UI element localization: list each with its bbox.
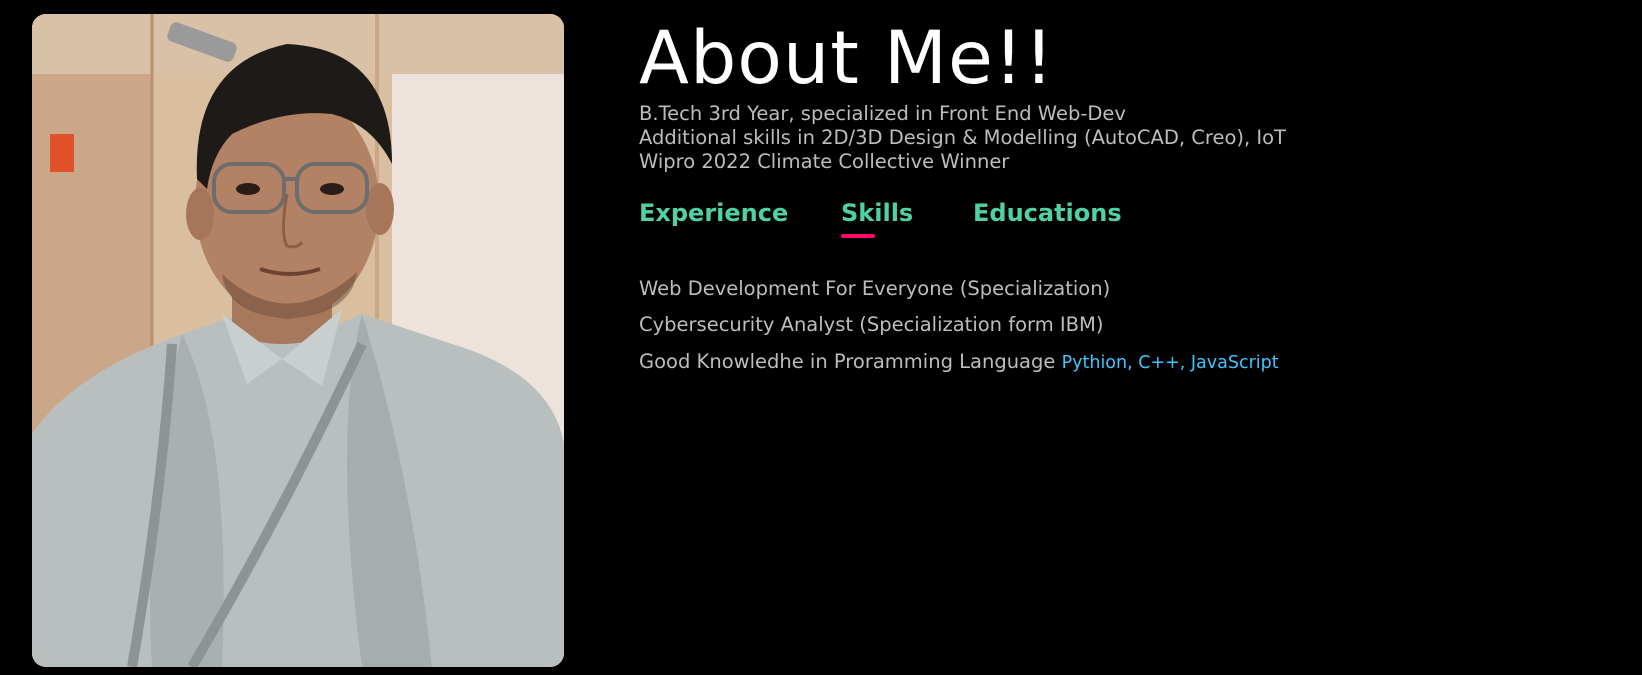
active-tab-underline [841, 234, 875, 238]
intro-text: B.Tech 3rd Year, specialized in Front En… [639, 102, 1286, 174]
skill-languages-highlight: Pythion, C++, JavaScript [1061, 353, 1279, 373]
intro-line-award: Wipro 2022 Climate Collective Winner [639, 150, 1010, 173]
profile-photo [32, 14, 564, 667]
tab-experience[interactable]: Experience [639, 196, 788, 230]
tab-skills[interactable]: Skills [841, 196, 914, 238]
intro-line-education: B.Tech 3rd Year, specialized in Front En… [639, 102, 1126, 125]
intro-line-additional-skills: Additional skills in 2D/3D Design & Mode… [639, 126, 1286, 149]
list-item: Cybersecurity Analyst (Specialization fo… [639, 312, 1103, 338]
profile-photo-illustration [32, 14, 564, 667]
skill-text: Cybersecurity Analyst (Specialization fo… [639, 313, 1104, 336]
tab-educations[interactable]: Educations [973, 196, 1122, 230]
page-title: About Me!! [639, 16, 1055, 101]
list-item: Good Knowledhe in Proramming Language Py… [639, 349, 1279, 375]
skill-text: Good Knowledhe in Proramming Language [639, 350, 1062, 373]
tab-skills-label: Skills [841, 199, 914, 227]
list-item: Web Development For Everyone (Specializa… [639, 276, 1110, 302]
skill-text: Web Development For Everyone (Specializa… [639, 277, 1111, 300]
about-section: About Me!! B.Tech 3rd Year, specialized … [0, 0, 1642, 675]
